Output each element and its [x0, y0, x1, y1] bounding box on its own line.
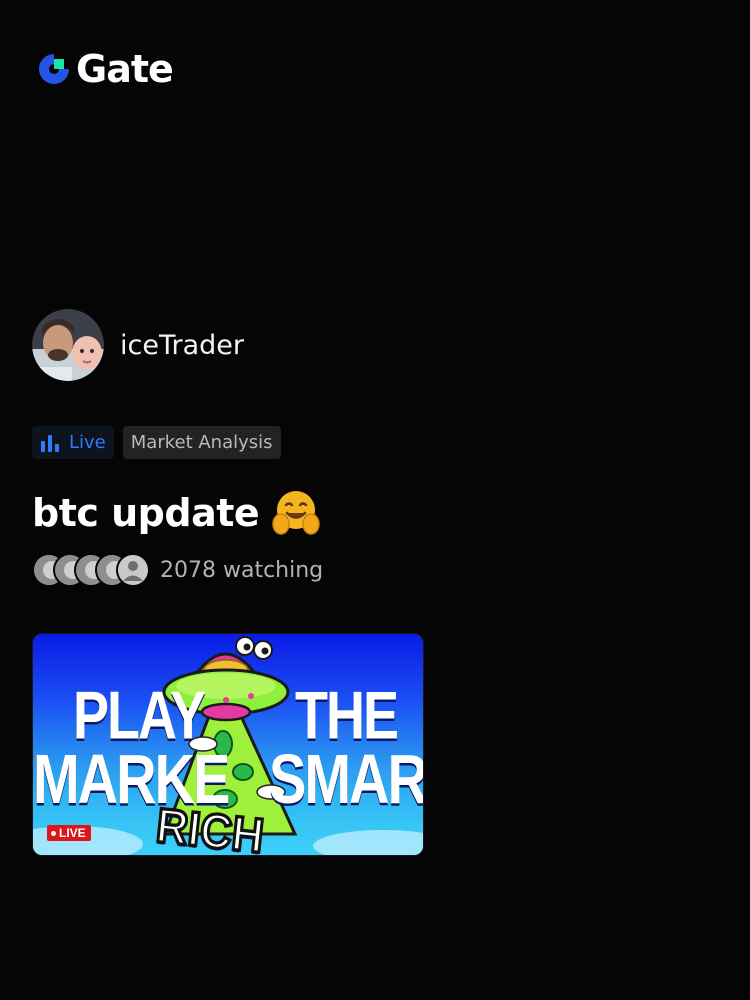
bar-chart-icon [41, 434, 59, 452]
live-tag: Live [32, 426, 114, 459]
category-tag[interactable]: Market Analysis [122, 426, 281, 459]
category-tag-label: Market Analysis [130, 432, 273, 453]
live-badge-label: LIVE [59, 826, 86, 840]
logo-text: Gate [76, 47, 174, 91]
gate-logo-icon [39, 54, 69, 84]
stream-title-text: btc update [32, 491, 260, 535]
gate-logo[interactable]: Gate [36, 47, 174, 91]
hugging-face-emoji-icon [272, 491, 320, 535]
viewer-avatar [116, 553, 150, 587]
stream-tags: Live Market Analysis [32, 426, 281, 459]
thumbnail-text-rich: RICH [152, 797, 268, 856]
thumbnail-live-badge: LIVE [47, 825, 91, 841]
host-avatar[interactable] [32, 309, 104, 381]
viewer-count: 2078 watching [160, 557, 324, 583]
live-tag-label: Live [69, 432, 106, 453]
viewer-avatar-stack [32, 553, 150, 587]
viewer-info: 2078 watching [32, 553, 323, 587]
stream-thumbnail[interactable]: PLAY THE MARKE SMART RICH LIVE [32, 633, 424, 856]
thumbnail-text-smart: SMART [269, 739, 424, 818]
live-dot-icon [51, 830, 56, 836]
host-info[interactable]: iceTrader [32, 309, 244, 381]
stream-title: btc update [32, 488, 321, 538]
host-name[interactable]: iceTrader [120, 330, 244, 361]
